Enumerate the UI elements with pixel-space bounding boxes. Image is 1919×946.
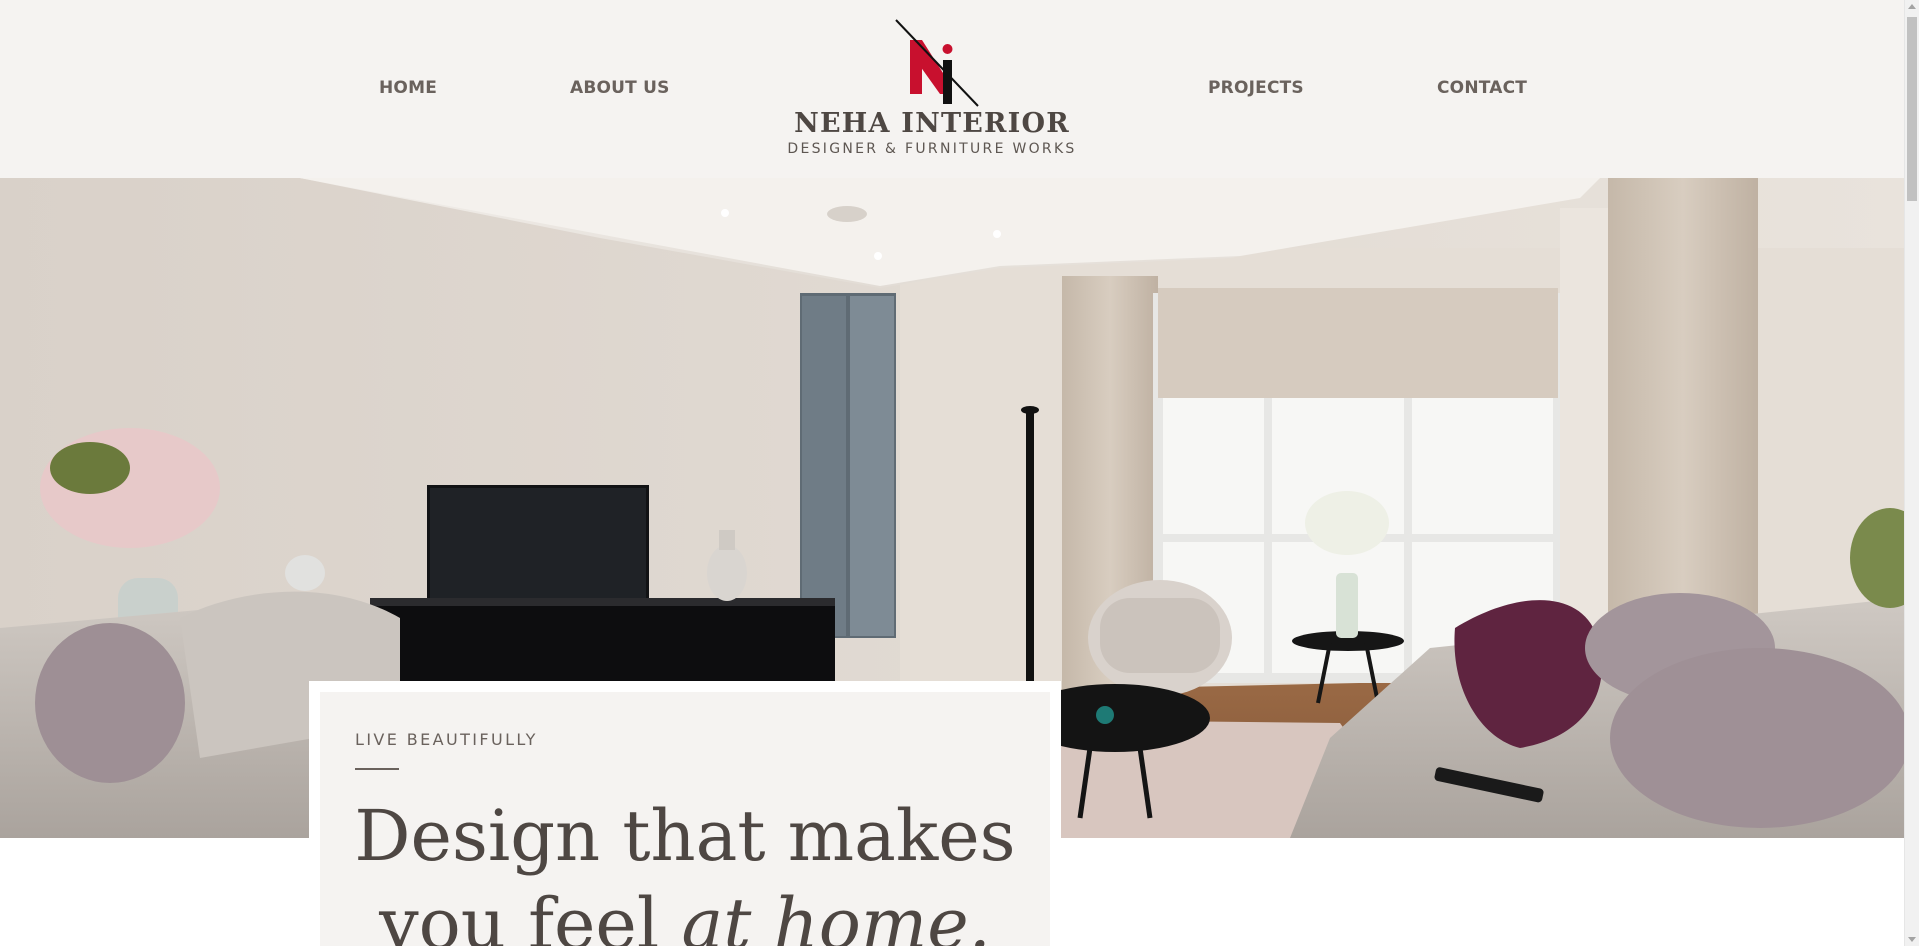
nav-about-us[interactable]: ABOUT US bbox=[570, 78, 670, 98]
scroll-thumb[interactable] bbox=[1907, 17, 1917, 201]
logo-ni-icon bbox=[895, 19, 979, 107]
site-header: HOME ABOUT US NEHA INTERIOR DESIGNER & F… bbox=[0, 0, 1904, 178]
headline-line-1: Design that makes bbox=[354, 795, 1016, 877]
card-divider bbox=[355, 768, 399, 770]
site-logo[interactable]: NEHA INTERIOR DESIGNER & FURNITURE WORKS bbox=[780, 14, 1084, 164]
nav-contact[interactable]: CONTACT bbox=[1437, 78, 1527, 98]
hero-card: LIVE BEAUTIFULLY Design that makes you f… bbox=[320, 692, 1050, 946]
logo-name: NEHA INTERIOR bbox=[794, 108, 1070, 139]
headline-line-2: you feel bbox=[379, 883, 682, 946]
nav-home[interactable]: HOME bbox=[379, 78, 437, 98]
scroll-up-icon[interactable] bbox=[1908, 4, 1916, 9]
page-scrollbar[interactable] bbox=[1904, 0, 1919, 946]
logo-tagline: DESIGNER & FURNITURE WORKS bbox=[787, 141, 1077, 157]
card-eyebrow: LIVE BEAUTIFULLY bbox=[355, 730, 538, 749]
headline-line-2-italic: at home. bbox=[681, 883, 991, 946]
scroll-down-icon[interactable] bbox=[1908, 937, 1916, 942]
nav-projects[interactable]: PROJECTS bbox=[1208, 78, 1304, 98]
card-headline: Design that makes you feel at home. bbox=[320, 792, 1050, 946]
